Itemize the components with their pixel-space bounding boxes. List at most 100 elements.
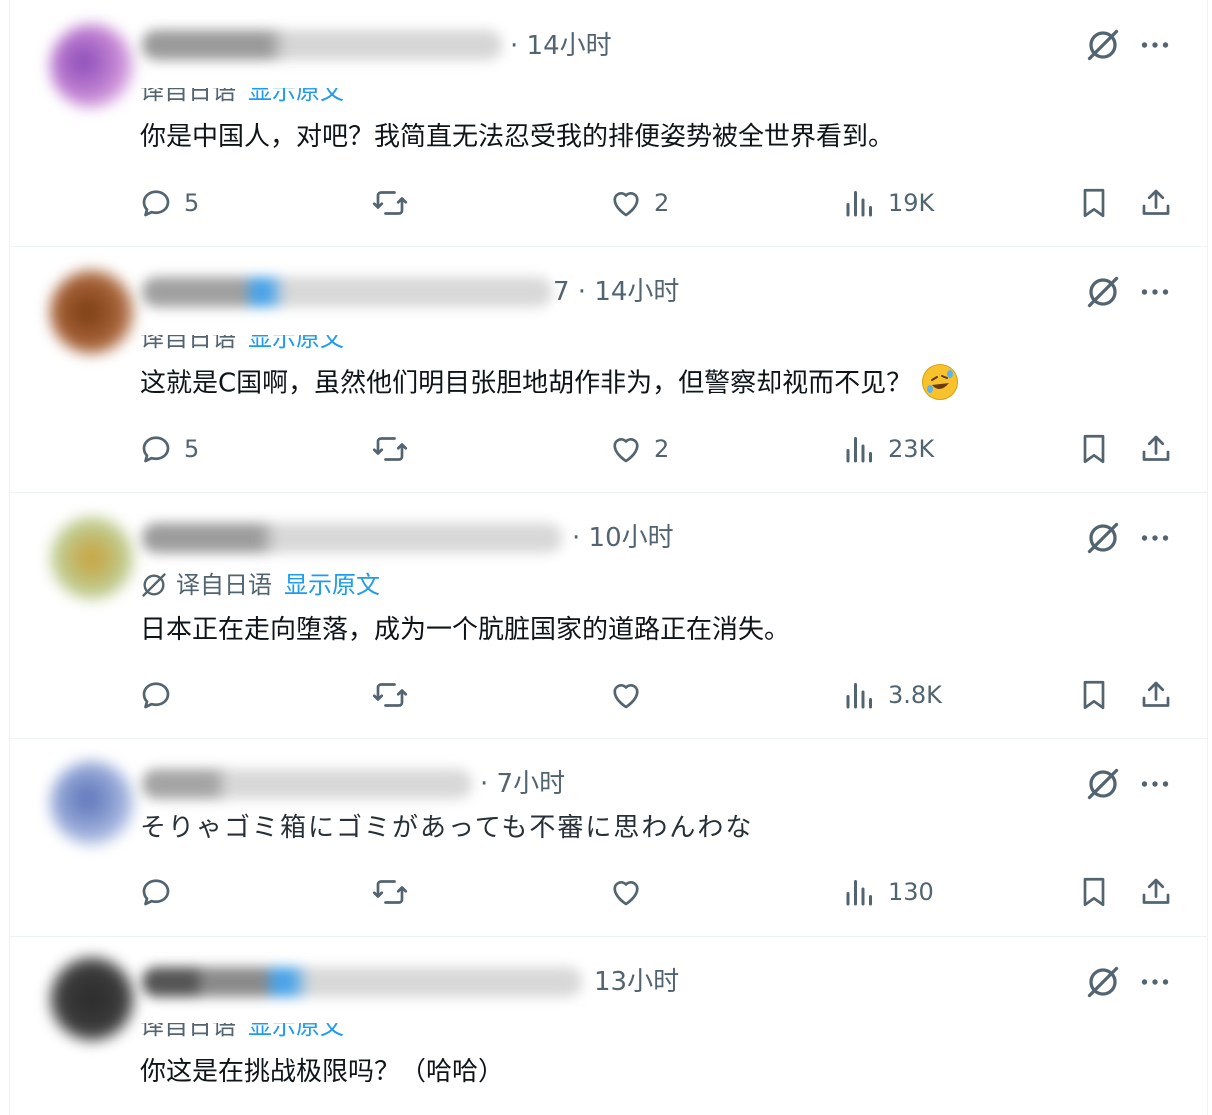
reply-button[interactable]: 5	[138, 429, 199, 469]
translate-globe-icon	[142, 573, 166, 597]
like-button[interactable]: 2	[608, 183, 669, 223]
heart-icon	[613, 684, 639, 709]
user-name-blurred[interactable]	[142, 769, 472, 799]
reply-item[interactable]: 7 · 14小时 译自日语 显示原文 这就是C国啊，虽然他们明目张胆地胡作非为，…	[10, 247, 1207, 493]
share-button[interactable]	[1138, 183, 1174, 223]
post-time[interactable]: 13小时	[594, 967, 679, 997]
share-button[interactable]	[1138, 675, 1174, 715]
reply-count: 5	[184, 435, 200, 463]
retweet-button[interactable]	[372, 183, 408, 223]
bar-chart-icon	[846, 683, 872, 709]
action-bar: 130	[10, 872, 1207, 912]
user-name-blurred[interactable]	[142, 523, 562, 553]
post-time[interactable]: 7 · 14小时	[553, 277, 679, 307]
translate-label: 译自日语	[140, 335, 236, 352]
views-button[interactable]: 23K	[842, 429, 934, 469]
reply-button[interactable]: 5	[138, 183, 199, 223]
user-name-blurred[interactable]	[142, 30, 502, 60]
speech-bubble-icon	[142, 436, 170, 463]
reply-item[interactable]: · 14小时 译自日语 显示原文 你是中国人，对吧？我简直无法忍受我的排便姿势被…	[10, 0, 1207, 247]
reply-button[interactable]	[138, 675, 184, 715]
post-time[interactable]: · 14小时	[510, 31, 612, 61]
speech-bubble-icon	[142, 190, 170, 217]
like-button[interactable]	[608, 872, 654, 912]
grok-icon[interactable]	[1085, 964, 1121, 1000]
bookmark-button[interactable]	[1076, 872, 1112, 912]
share-upload-icon	[1142, 435, 1170, 461]
reply-item[interactable]: 13小时 译自日语 显示原文 你这是在挑战极限吗？（哈哈）	[10, 937, 1207, 1115]
translation-bar: 译自日语 显示原文	[140, 1023, 344, 1041]
post-text: そりゃゴミ箱にゴミがあっても不審に思わんわな	[140, 813, 754, 843]
grok-icon[interactable]	[1085, 27, 1121, 63]
more-icon[interactable]	[1137, 27, 1173, 63]
views-count: 3.8K	[888, 681, 942, 709]
share-button[interactable]	[1138, 872, 1174, 912]
bookmark-button[interactable]	[1076, 429, 1112, 469]
translate-label: 译自日语	[176, 571, 272, 599]
heart-icon	[613, 192, 639, 217]
more-icon[interactable]	[1137, 964, 1173, 1000]
post-text: 这就是C国啊，虽然他们明目张胆地胡作非为，但警察却视而不见？	[140, 368, 913, 399]
more-icon[interactable]	[1137, 766, 1173, 802]
retweet-button[interactable]	[372, 429, 408, 469]
post-time[interactable]: · 10小时	[572, 523, 674, 553]
views-button[interactable]: 19K	[842, 183, 934, 223]
retweet-icon	[372, 437, 408, 461]
bookmark-icon	[1083, 188, 1105, 218]
retweet-icon	[372, 880, 408, 904]
views-button[interactable]: 130	[842, 872, 934, 912]
post-text: 你这是在挑战极限吗？（哈哈）	[140, 1057, 505, 1087]
views-count: 23K	[888, 435, 935, 463]
action-bar: 3.8K	[10, 675, 1207, 715]
timeline-right-border	[1207, 0, 1208, 1115]
post-text: 你是中国人，对吧？我简直无法忍受我的排便姿势被全世界看到。	[140, 122, 895, 152]
rolling-on-floor-laughing-emoji	[922, 364, 959, 400]
speech-bubble-icon	[142, 682, 170, 709]
bookmark-button[interactable]	[1076, 183, 1112, 223]
avatar[interactable]	[50, 24, 134, 108]
user-name-blurred[interactable]	[142, 277, 552, 307]
avatar[interactable]	[50, 270, 134, 354]
avatar[interactable]	[50, 761, 134, 845]
action-bar: 5 2 23K	[10, 429, 1207, 469]
share-upload-icon	[1142, 189, 1170, 215]
show-original-link[interactable]: 显示原文	[248, 335, 344, 353]
more-icon[interactable]	[1137, 520, 1173, 556]
share-upload-icon	[1142, 878, 1170, 904]
share-upload-icon	[1142, 681, 1170, 707]
views-button[interactable]: 3.8K	[842, 675, 942, 715]
translate-label: 译自日语	[140, 88, 236, 105]
grok-icon[interactable]	[1085, 520, 1121, 556]
user-name-blurred[interactable]	[142, 967, 582, 997]
more-icon[interactable]	[1137, 274, 1173, 310]
views-count: 130	[888, 878, 934, 906]
show-original-link[interactable]: 显示原文	[248, 1023, 344, 1041]
avatar[interactable]	[50, 516, 134, 600]
post-time[interactable]: · 7小时	[480, 769, 565, 799]
heart-icon	[613, 438, 639, 463]
like-button[interactable]: 2	[608, 429, 669, 469]
translate-label: 译自日语	[140, 1023, 236, 1040]
views-count: 19K	[888, 189, 935, 217]
retweet-button[interactable]	[372, 872, 408, 912]
avatar[interactable]	[50, 957, 134, 1041]
share-button[interactable]	[1138, 429, 1174, 469]
retweet-icon	[372, 683, 408, 707]
like-count: 2	[654, 189, 670, 217]
retweet-button[interactable]	[372, 675, 408, 715]
reply-item[interactable]: · 7小时 そりゃゴミ箱にゴミがあっても不審に思わんわな 130	[10, 739, 1207, 937]
translation-bar: 译自日语 显示原文	[140, 570, 380, 600]
bookmark-icon	[1083, 434, 1105, 464]
retweet-icon	[372, 191, 408, 215]
heart-icon	[613, 881, 639, 906]
bar-chart-icon	[846, 437, 872, 463]
grok-icon[interactable]	[1085, 766, 1121, 802]
grok-icon[interactable]	[1085, 274, 1121, 310]
like-button[interactable]	[608, 675, 654, 715]
reply-item[interactable]: · 10小时 译自日语 显示原文 日本正在走向堕落，成为一个肮脏国家的道路正在消…	[10, 493, 1207, 739]
show-original-link[interactable]: 显示原文	[248, 88, 344, 106]
bookmark-button[interactable]	[1076, 675, 1112, 715]
show-original-link[interactable]: 显示原文	[284, 570, 380, 600]
bar-chart-icon	[846, 880, 872, 906]
reply-button[interactable]	[138, 872, 184, 912]
